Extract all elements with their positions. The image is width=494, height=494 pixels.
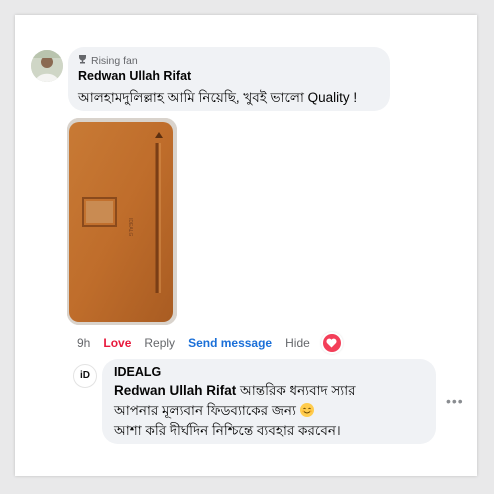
trophy-icon <box>78 54 87 67</box>
heart-icon[interactable] <box>322 334 341 352</box>
comment-thread: Rising fan Redwan Ullah Rifat আলহামদুলিল… <box>15 15 477 476</box>
commenter-avatar[interactable] <box>31 50 63 82</box>
reply-line-3-text: আশা করি দীর্ঘদিন নিশ্চিন্তে ব্যবহার করবে… <box>114 423 341 438</box>
page-avatar[interactable]: iD <box>73 364 97 388</box>
reply-text: Redwan Ullah Rifat আন্তরিক ধন্যবাদ স্যার… <box>114 381 434 441</box>
love-reaction-link[interactable]: Love <box>103 336 131 350</box>
reply-line-3: আশা করি দীর্ঘদিন নিশ্চিন্তে ব্যবহার করবে… <box>114 421 434 441</box>
reply-link[interactable]: Reply <box>144 336 175 350</box>
more-options-icon[interactable]: ••• <box>446 393 464 409</box>
reply-author[interactable]: IDEALG <box>114 365 161 379</box>
hide-link[interactable]: Hide <box>285 336 310 350</box>
svg-text:IDEALG: IDEALG <box>127 218 133 236</box>
smiling-face-emoji <box>299 403 314 417</box>
reply-line-2: আপনার মূল্যবান ফিডব্যাকের জন্য <box>114 401 434 421</box>
reply-line-1: Redwan Ullah Rifat আন্তরিক ধন্যবাদ স্যার <box>114 381 434 401</box>
reply-bubble: IDEALG Redwan Ullah Rifat আন্তরিক ধন্যবা… <box>102 359 436 444</box>
reply-line-2-text: আপনার মূল্যবান ফিডব্যাকের জন্য <box>114 403 300 418</box>
reply-line-1-text: আন্তরিক ধন্যবাদ স্যার <box>236 383 356 398</box>
badge-label: Rising fan <box>91 54 138 67</box>
rising-fan-badge: Rising fan <box>78 54 138 67</box>
comment-actions: 9h Love Reply Send message Hide <box>77 334 341 352</box>
comment-author[interactable]: Redwan Ullah Rifat <box>78 69 191 83</box>
comment-text: আলহামদুলিল্লাহ আমি নিয়েছি, খুবই ভালো Qu… <box>78 90 358 105</box>
comment-time[interactable]: 9h <box>77 336 90 350</box>
comment-bubble: Rising fan Redwan Ullah Rifat আলহামদুলিল… <box>68 47 390 111</box>
product-photo[interactable]: IDEALG <box>67 118 177 325</box>
mention-link[interactable]: Redwan Ullah Rifat <box>114 383 236 398</box>
send-message-link[interactable]: Send message <box>188 336 272 350</box>
page-avatar-text: iD <box>80 370 90 381</box>
